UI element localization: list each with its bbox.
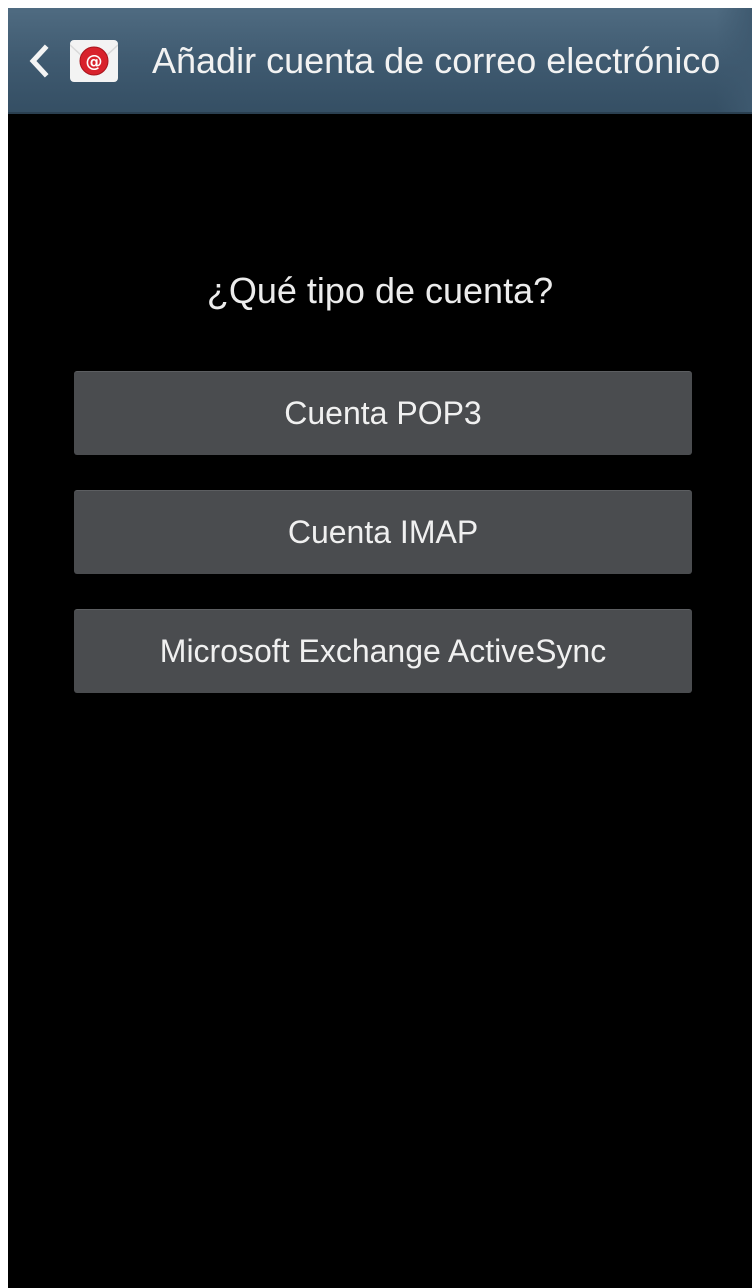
email-app-icon: @ [68,36,120,86]
back-button[interactable] [22,38,56,84]
pop3-account-label: Cuenta POP3 [284,395,482,431]
exchange-activesync-button[interactable]: Microsoft Exchange ActiveSync [74,609,692,693]
svg-text:@: @ [86,52,103,72]
pop3-account-button[interactable]: Cuenta POP3 [74,371,692,455]
action-bar: @ Añadir cuenta de correo electrónico [8,8,752,114]
chevron-left-icon [29,44,49,78]
account-type-question: ¿Qué tipo de cuenta? [206,270,554,311]
page-title: Añadir cuenta de correo electrónico [152,40,721,81]
exchange-activesync-label: Microsoft Exchange ActiveSync [159,633,607,669]
screen: @ Añadir cuenta de correo electrónico ¿Q… [8,8,752,1288]
imap-account-label: Cuenta IMAP [287,514,479,550]
imap-account-button[interactable]: Cuenta IMAP [74,490,692,574]
